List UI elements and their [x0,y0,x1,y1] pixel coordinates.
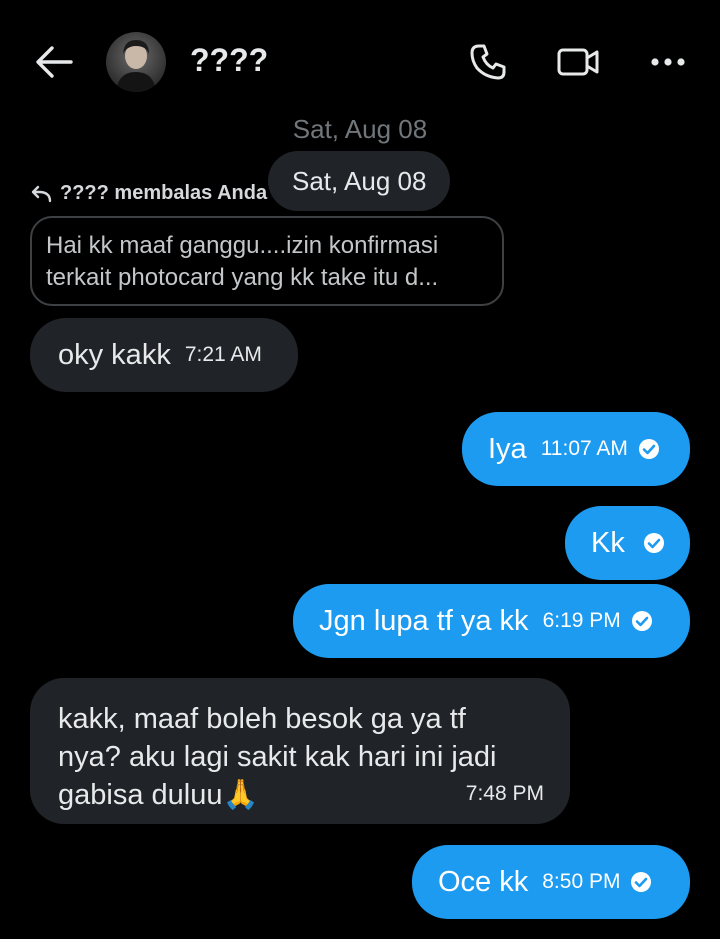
message-time: 6:19 PM [542,609,621,632]
message-text: Kk [591,526,625,559]
quoted-line: Hai kk maaf ganggu....izin konfirmasi [46,232,439,259]
more-options-button[interactable] [646,40,690,84]
message-text: oky kakk [58,338,171,371]
quoted-message[interactable]: Hai kk maaf ganggu....izin konfirmasi te… [30,216,504,306]
video-call-button[interactable] [556,40,600,84]
message-time: 11:07 AM [540,437,628,460]
seen-check-icon [638,438,660,460]
outgoing-message[interactable]: Kk [565,506,690,580]
date-separator-faded: Sat, Aug 08 [292,114,428,144]
incoming-message[interactable]: kakk, maaf boleh besok ga ya tf nya? aku… [30,678,570,824]
conversation-title: ???? [190,42,269,78]
outgoing-message[interactable]: Iya 11:07 AM [462,412,690,486]
seen-check-icon [643,532,665,554]
message-time: 7:48 PM [465,782,544,805]
arrow-left-icon [36,46,73,78]
message-time: 8:50 PM [542,870,621,893]
reply-arrow-icon [30,185,52,203]
quoted-line: terkait photocard yang kk take itu d... [46,264,439,291]
message-line: nya? aku lagi sakit kak hari ini jadi [58,741,497,773]
avatar[interactable] [106,32,166,92]
message-line: kakk, maaf boleh besok ga ya tf [58,703,466,735]
dm-conversation-screen: ???? Sat, Aug 08 Sat, Aug 08 ???? membal… [0,0,720,939]
call-button[interactable] [466,40,510,84]
reply-context: ???? membalas Anda [30,182,280,205]
date-separator-pill: Sat, Aug 08 [268,151,451,211]
reply-label: ???? membalas Anda [60,182,268,204]
more-dots-icon [651,58,685,66]
back-button[interactable] [34,44,74,80]
message-time: 7:21 AM [184,343,262,366]
avatar-image [106,32,166,92]
message-text: Jgn lupa tf ya kk [319,604,529,637]
seen-check-icon [630,871,652,893]
message-text: Iya [488,432,527,465]
phone-icon [470,44,506,80]
message-text: Oce kk [438,865,529,898]
outgoing-message[interactable]: Oce kk 8:50 PM [412,845,690,919]
seen-check-icon [631,610,653,632]
video-camera-icon [557,48,599,76]
outgoing-message[interactable]: Jgn lupa tf ya kk 6:19 PM [293,584,690,658]
conversation-header: ???? [0,0,720,120]
incoming-message[interactable]: oky kakk 7:21 AM [30,318,298,392]
